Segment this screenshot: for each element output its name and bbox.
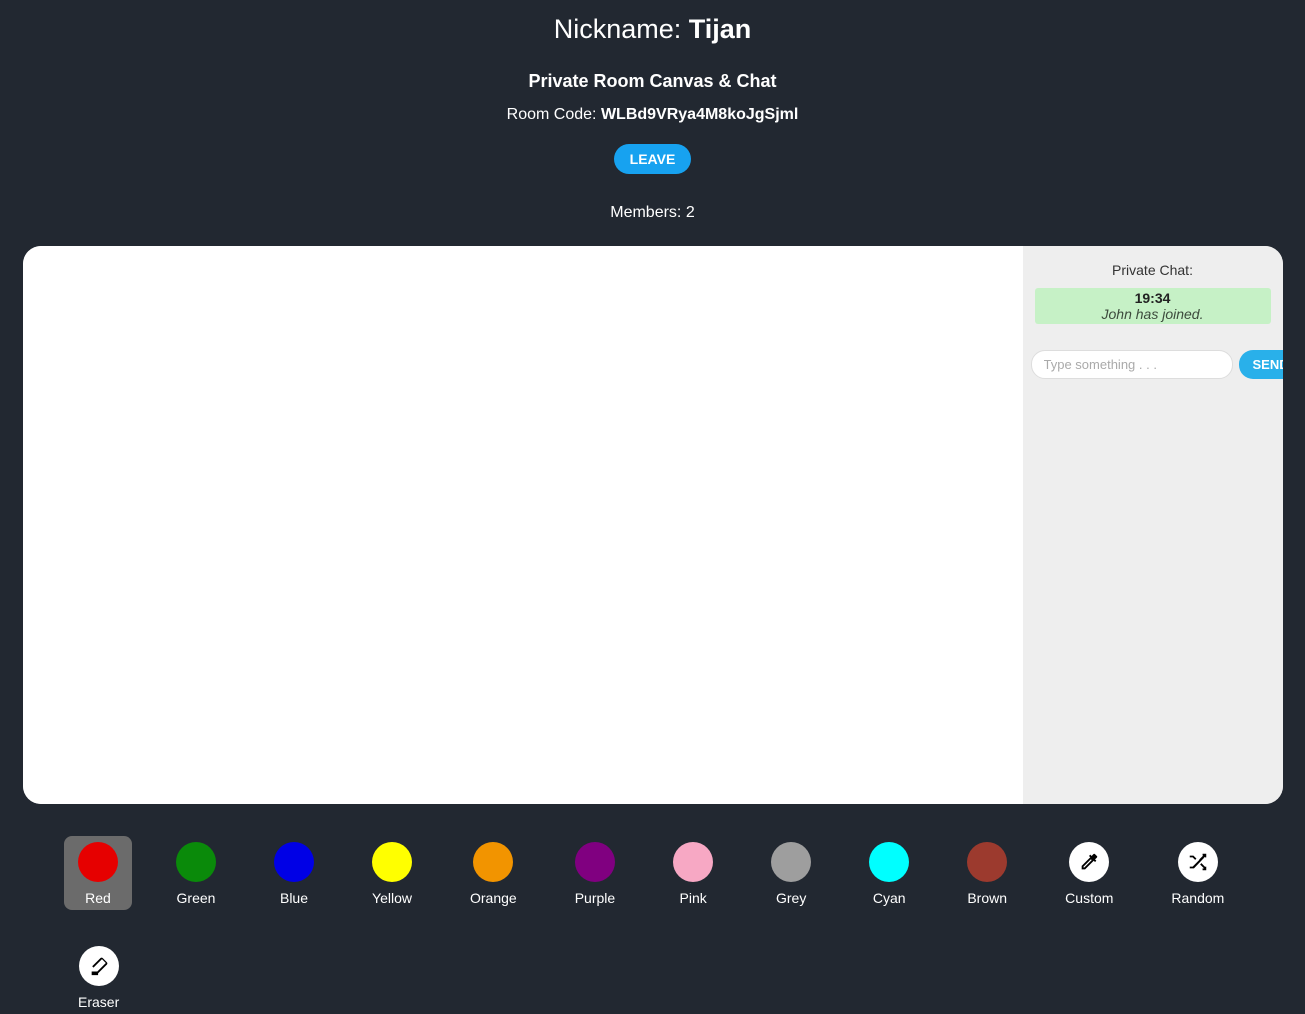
chat-input-row: SEND [1031,350,1275,379]
color-swatch-grey[interactable]: Grey [757,836,825,910]
nickname-label: Nickname: [554,14,689,44]
eraser-icon [79,946,119,986]
chat-input[interactable] [1031,350,1233,379]
color-label: Green [177,890,216,906]
color-circle [176,842,216,882]
color-palette: Red Green Blue Yellow Orange Purple Pink Grey Cy… [20,804,1285,1014]
chat-message: 19:34 John has joined. [1035,288,1271,324]
color-swatch-brown[interactable]: Brown [953,836,1021,910]
nickname-value: Tijan [689,14,752,44]
color-label: Yellow [372,890,412,906]
main-panel: Private Chat: 19:34 John has joined. SEN… [23,246,1283,804]
color-label: Orange [470,890,517,906]
room-code-label: Room Code: [507,106,601,123]
color-circle [869,842,909,882]
color-circle [372,842,412,882]
chat-message-time: 19:34 [1041,290,1265,306]
color-circle [771,842,811,882]
tool-random[interactable]: Random [1157,836,1238,910]
color-swatch-pink[interactable]: Pink [659,836,727,910]
chat-title: Private Chat: [1031,262,1275,278]
room-code-value: WLBd9VRya4M8koJgSjml [601,106,798,123]
eyedropper-icon [1069,842,1109,882]
send-button[interactable]: SEND [1239,350,1283,379]
nickname-line: Nickname: Tijan [20,14,1285,45]
color-swatch-orange[interactable]: Orange [456,836,531,910]
tool-custom[interactable]: Custom [1051,836,1127,910]
tool-label: Random [1171,890,1224,906]
header: Nickname: Tijan Private Room Canvas & Ch… [20,0,1285,222]
color-label: Red [85,890,111,906]
color-swatch-red[interactable]: Red [64,836,132,910]
color-swatch-blue[interactable]: Blue [260,836,328,910]
color-circle [967,842,1007,882]
color-label: Cyan [873,890,906,906]
tool-eraser[interactable]: Eraser [64,940,133,1014]
color-circle [673,842,713,882]
color-label: Brown [967,890,1007,906]
color-circle [473,842,513,882]
color-swatch-yellow[interactable]: Yellow [358,836,426,910]
members-label: Members: [610,204,686,221]
color-circle [274,842,314,882]
room-title: Private Room Canvas & Chat [20,71,1285,92]
color-label: Purple [575,890,615,906]
chat-panel: Private Chat: 19:34 John has joined. SEN… [1023,246,1283,804]
color-label: Blue [280,890,308,906]
tool-label: Eraser [78,994,119,1010]
color-swatch-cyan[interactable]: Cyan [855,836,923,910]
drawing-canvas[interactable] [23,246,1023,804]
members-line: Members: 2 [20,204,1285,222]
chat-messages[interactable]: 19:34 John has joined. [1031,288,1275,338]
tool-label: Custom [1065,890,1113,906]
leave-button[interactable]: LEAVE [614,144,692,174]
color-circle [575,842,615,882]
chat-message-text: John has joined. [1041,306,1265,322]
members-count: 2 [686,204,695,221]
color-label: Pink [680,890,707,906]
room-code-line: Room Code: WLBd9VRya4M8koJgSjml [20,106,1285,124]
color-swatch-green[interactable]: Green [162,836,230,910]
color-circle [78,842,118,882]
color-label: Grey [776,890,806,906]
shuffle-icon [1178,842,1218,882]
color-swatch-purple[interactable]: Purple [561,836,629,910]
